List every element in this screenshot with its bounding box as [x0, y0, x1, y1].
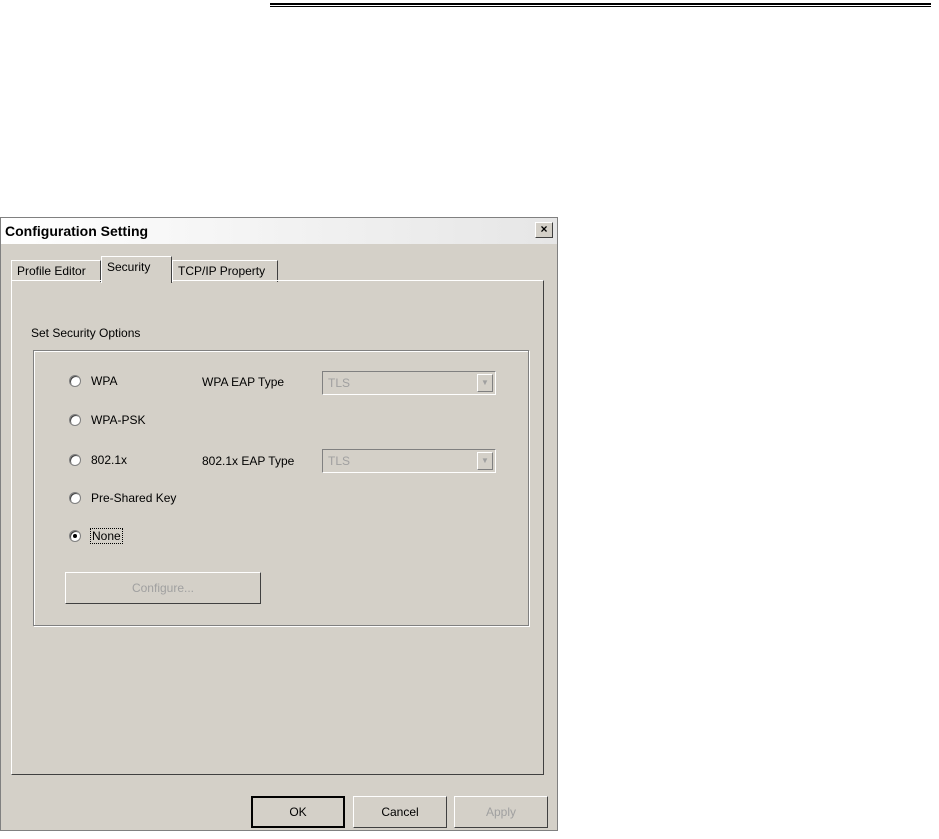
- tab-label: Security: [107, 260, 151, 274]
- button-label: Cancel: [381, 805, 419, 819]
- top-rule: [270, 3, 931, 7]
- radio-wpa-psk[interactable]: WPA-PSK: [69, 411, 145, 429]
- button-label: Configure...: [131, 581, 195, 595]
- dot1x-eap-type-label: 802.1x EAP Type: [202, 454, 295, 468]
- tab-label: TCP/IP Property: [178, 264, 266, 278]
- wpa-eap-type-select[interactable]: TLS ▼: [322, 371, 496, 395]
- button-label: Apply: [485, 805, 517, 819]
- close-button[interactable]: ×: [535, 222, 553, 238]
- radio-802-1x[interactable]: 802.1x: [69, 451, 127, 469]
- apply-button[interactable]: Apply: [454, 796, 548, 828]
- configure-button[interactable]: Configure...: [65, 572, 261, 604]
- wpa-eap-type-label: WPA EAP Type: [202, 375, 285, 389]
- select-value: TLS: [328, 376, 351, 390]
- configuration-dialog: Configuration Setting × Profile Editor S…: [0, 217, 558, 831]
- radio-button[interactable]: [69, 454, 81, 466]
- tab-security[interactable]: Security: [101, 256, 172, 283]
- select-value: TLS: [328, 454, 351, 468]
- radio-wpa[interactable]: WPA: [69, 372, 117, 390]
- radio-label: WPA-PSK: [91, 413, 146, 427]
- cancel-button[interactable]: Cancel: [353, 796, 447, 828]
- tab-profile-editor[interactable]: Profile Editor: [11, 260, 101, 282]
- chevron-down-icon[interactable]: ▼: [477, 374, 493, 392]
- radio-label: None: [90, 528, 123, 544]
- dot1x-eap-type-select[interactable]: TLS ▼: [322, 449, 496, 473]
- tab-label: Profile Editor: [17, 264, 86, 278]
- close-icon: ×: [540, 222, 548, 236]
- tab-tcpip-property[interactable]: TCP/IP Property: [172, 260, 278, 282]
- title-bar[interactable]: Configuration Setting ×: [1, 218, 557, 244]
- window-title: Configuration Setting: [5, 223, 149, 239]
- radio-button-checked[interactable]: [69, 530, 81, 542]
- radio-button[interactable]: [69, 375, 81, 387]
- group-label: Set Security Options: [31, 326, 141, 340]
- button-label: OK: [289, 805, 307, 819]
- radio-label: WPA: [91, 374, 118, 388]
- radio-button[interactable]: [69, 414, 81, 426]
- radio-label: Pre-Shared Key: [91, 491, 177, 505]
- chevron-down-icon[interactable]: ▼: [477, 452, 493, 470]
- radio-button[interactable]: [69, 492, 81, 504]
- radio-pre-shared-key[interactable]: Pre-Shared Key: [69, 489, 176, 507]
- radio-label: 802.1x: [91, 453, 128, 467]
- radio-none[interactable]: None: [69, 527, 123, 545]
- ok-button[interactable]: OK: [251, 796, 345, 828]
